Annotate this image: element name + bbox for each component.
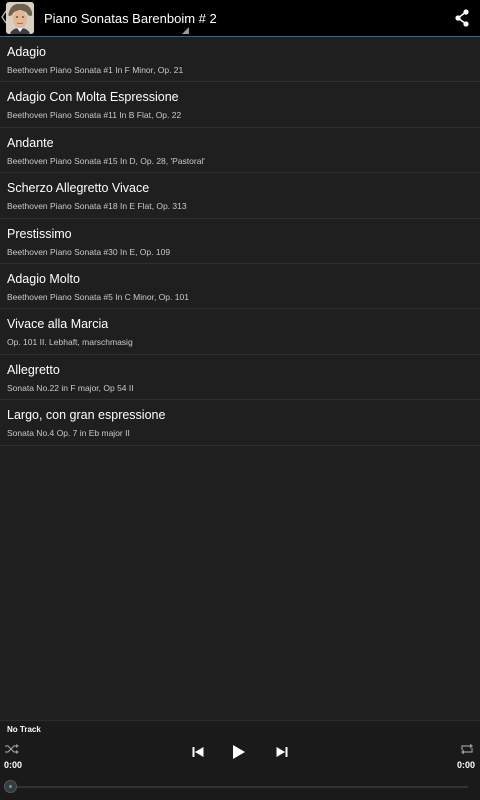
- avatar[interactable]: [6, 2, 34, 34]
- track-item[interactable]: Scherzo Allegretto Vivace Beethoven Pian…: [0, 173, 480, 219]
- track-list: Adagio Beethoven Piano Sonata #1 In F Mi…: [0, 37, 480, 446]
- duration-time: 0:00: [456, 760, 475, 770]
- track-subtitle: Beethoven Piano Sonata #1 In F Minor, Op…: [7, 65, 184, 75]
- track-subtitle: Beethoven Piano Sonata #11 In B Flat, Op…: [7, 110, 182, 121]
- track-item[interactable]: Adagio Con Molta Espressione Beethoven P…: [0, 82, 480, 128]
- track-title: Prestissimo: [7, 226, 72, 241]
- now-playing-label: No Track: [7, 725, 41, 734]
- track-subtitle: Beethoven Piano Sonata #18 In E Flat, Op…: [7, 201, 187, 212]
- track-title: Adagio Con Molta Espressione: [7, 90, 179, 105]
- page-title[interactable]: Piano Sonatas Barenboim # 2: [44, 11, 217, 26]
- elapsed-time: 0:00: [4, 760, 23, 770]
- track-subtitle: Sonata No.22 in F major, Op 54 II: [7, 382, 134, 393]
- share-icon[interactable]: [454, 9, 470, 27]
- track-item[interactable]: Andante Beethoven Piano Sonata #15 In D,…: [0, 128, 480, 174]
- shuffle-icon[interactable]: [5, 743, 19, 755]
- track-title: Adagio Molto: [7, 271, 80, 286]
- track-item[interactable]: Vivace alla Marcia Op. 101 II. Lebhaft, …: [0, 309, 480, 355]
- track-subtitle: Op. 101 II. Lebhaft, marschmasig: [7, 337, 133, 348]
- track-item[interactable]: Allegretto Sonata No.22 in F major, Op 5…: [0, 355, 480, 401]
- skip-next-icon[interactable]: [276, 746, 288, 758]
- track-title: Andante: [7, 135, 54, 150]
- track-subtitle: Sonata No.4 Op. 7 in Eb major II: [7, 428, 130, 439]
- seek-thumb[interactable]: [4, 780, 17, 793]
- track-title: Adagio: [7, 45, 46, 59]
- track-item[interactable]: Adagio Molto Beethoven Piano Sonata #5 I…: [0, 264, 480, 310]
- track-item[interactable]: Largo, con gran espressione Sonata No.4 …: [0, 400, 480, 446]
- track-subtitle: Beethoven Piano Sonata #5 In C Minor, Op…: [7, 291, 189, 302]
- play-icon[interactable]: [232, 744, 246, 760]
- track-title: Scherzo Allegretto Vivace: [7, 181, 150, 196]
- dropdown-indicator-icon[interactable]: [182, 27, 189, 34]
- track-title: Largo, con gran espressione: [7, 408, 166, 423]
- track-subtitle: Beethoven Piano Sonata #30 In E, Op. 109: [7, 246, 171, 257]
- player-bar: No Track 0:00 0:00: [0, 720, 480, 800]
- skip-previous-icon[interactable]: [192, 746, 204, 758]
- track-title: Allegretto: [7, 362, 60, 377]
- track-subtitle: Beethoven Piano Sonata #15 In D, Op. 28,…: [7, 155, 205, 166]
- action-bar: Piano Sonatas Barenboim # 2: [0, 0, 480, 37]
- track-item[interactable]: Prestissimo Beethoven Piano Sonata #30 I…: [0, 219, 480, 264]
- repeat-icon[interactable]: [460, 743, 474, 755]
- track-item[interactable]: Adagio Beethoven Piano Sonata #1 In F Mi…: [0, 37, 480, 83]
- seek-bar[interactable]: [10, 786, 468, 788]
- track-title: Vivace alla Marcia: [7, 317, 109, 332]
